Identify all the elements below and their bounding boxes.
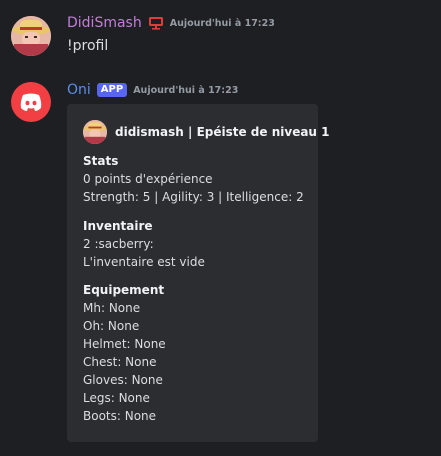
field-line: Boots: None (83, 409, 157, 423)
field-line: Oh: None (83, 319, 140, 333)
field-title: Inventaire (83, 219, 153, 233)
embed-author-name: didismash | Epéiste de niveau 1 (115, 125, 330, 139)
field-line: Mh: None (83, 301, 141, 315)
field-title: Equipement (83, 283, 165, 297)
profile-embed: didismash | Epéiste de niveau 1 Stats 0 … (67, 104, 330, 442)
field-line: Strength: 5 | Agility: 3 | Itelligence: … (83, 190, 304, 204)
message1-content: !profil (67, 38, 109, 54)
field-line: Legs: None (83, 391, 150, 405)
straw-hat-avatar-icon (11, 16, 51, 56)
straw-hat-avatar-icon (83, 120, 107, 144)
field-equipement: Equipement Mh: None Oh: None Helmet: Non… (83, 281, 166, 425)
bot-avatar[interactable] (11, 82, 51, 122)
field-line: Helmet: None (83, 337, 166, 351)
app-badge: APP (96, 83, 128, 97)
field-line: Gloves: None (83, 373, 163, 387)
username-oni[interactable]: Oni (67, 82, 91, 98)
field-line: 0 points d'expérience (83, 172, 213, 186)
discord-logo-icon (20, 93, 42, 111)
field-line: L'inventaire est vide (83, 255, 205, 269)
message2-timestamp: Aujourd'hui à 17:23 (133, 84, 239, 96)
field-stats: Stats 0 points d'expérience Strength: 5 … (83, 152, 304, 206)
field-line: Chest: None (83, 355, 157, 369)
field-line: 2 :sacberry: (83, 237, 154, 251)
message1-header: DidiSmash Aujourd'hui à 17:23 (67, 15, 275, 31)
message1-timestamp: Aujourd'hui à 17:23 (169, 17, 275, 29)
field-inventaire: Inventaire 2 :sacberry: L'inventaire est… (83, 217, 205, 271)
field-title: Stats (83, 154, 119, 168)
username-didismash[interactable]: DidiSmash (67, 15, 142, 31)
user-avatar[interactable] (11, 16, 51, 56)
message2-header: Oni APP Aujourd'hui à 17:23 (67, 82, 238, 98)
embed-author: didismash | Epéiste de niveau 1 (83, 120, 330, 144)
monitor-icon (148, 16, 164, 30)
author-avatar (83, 120, 107, 144)
